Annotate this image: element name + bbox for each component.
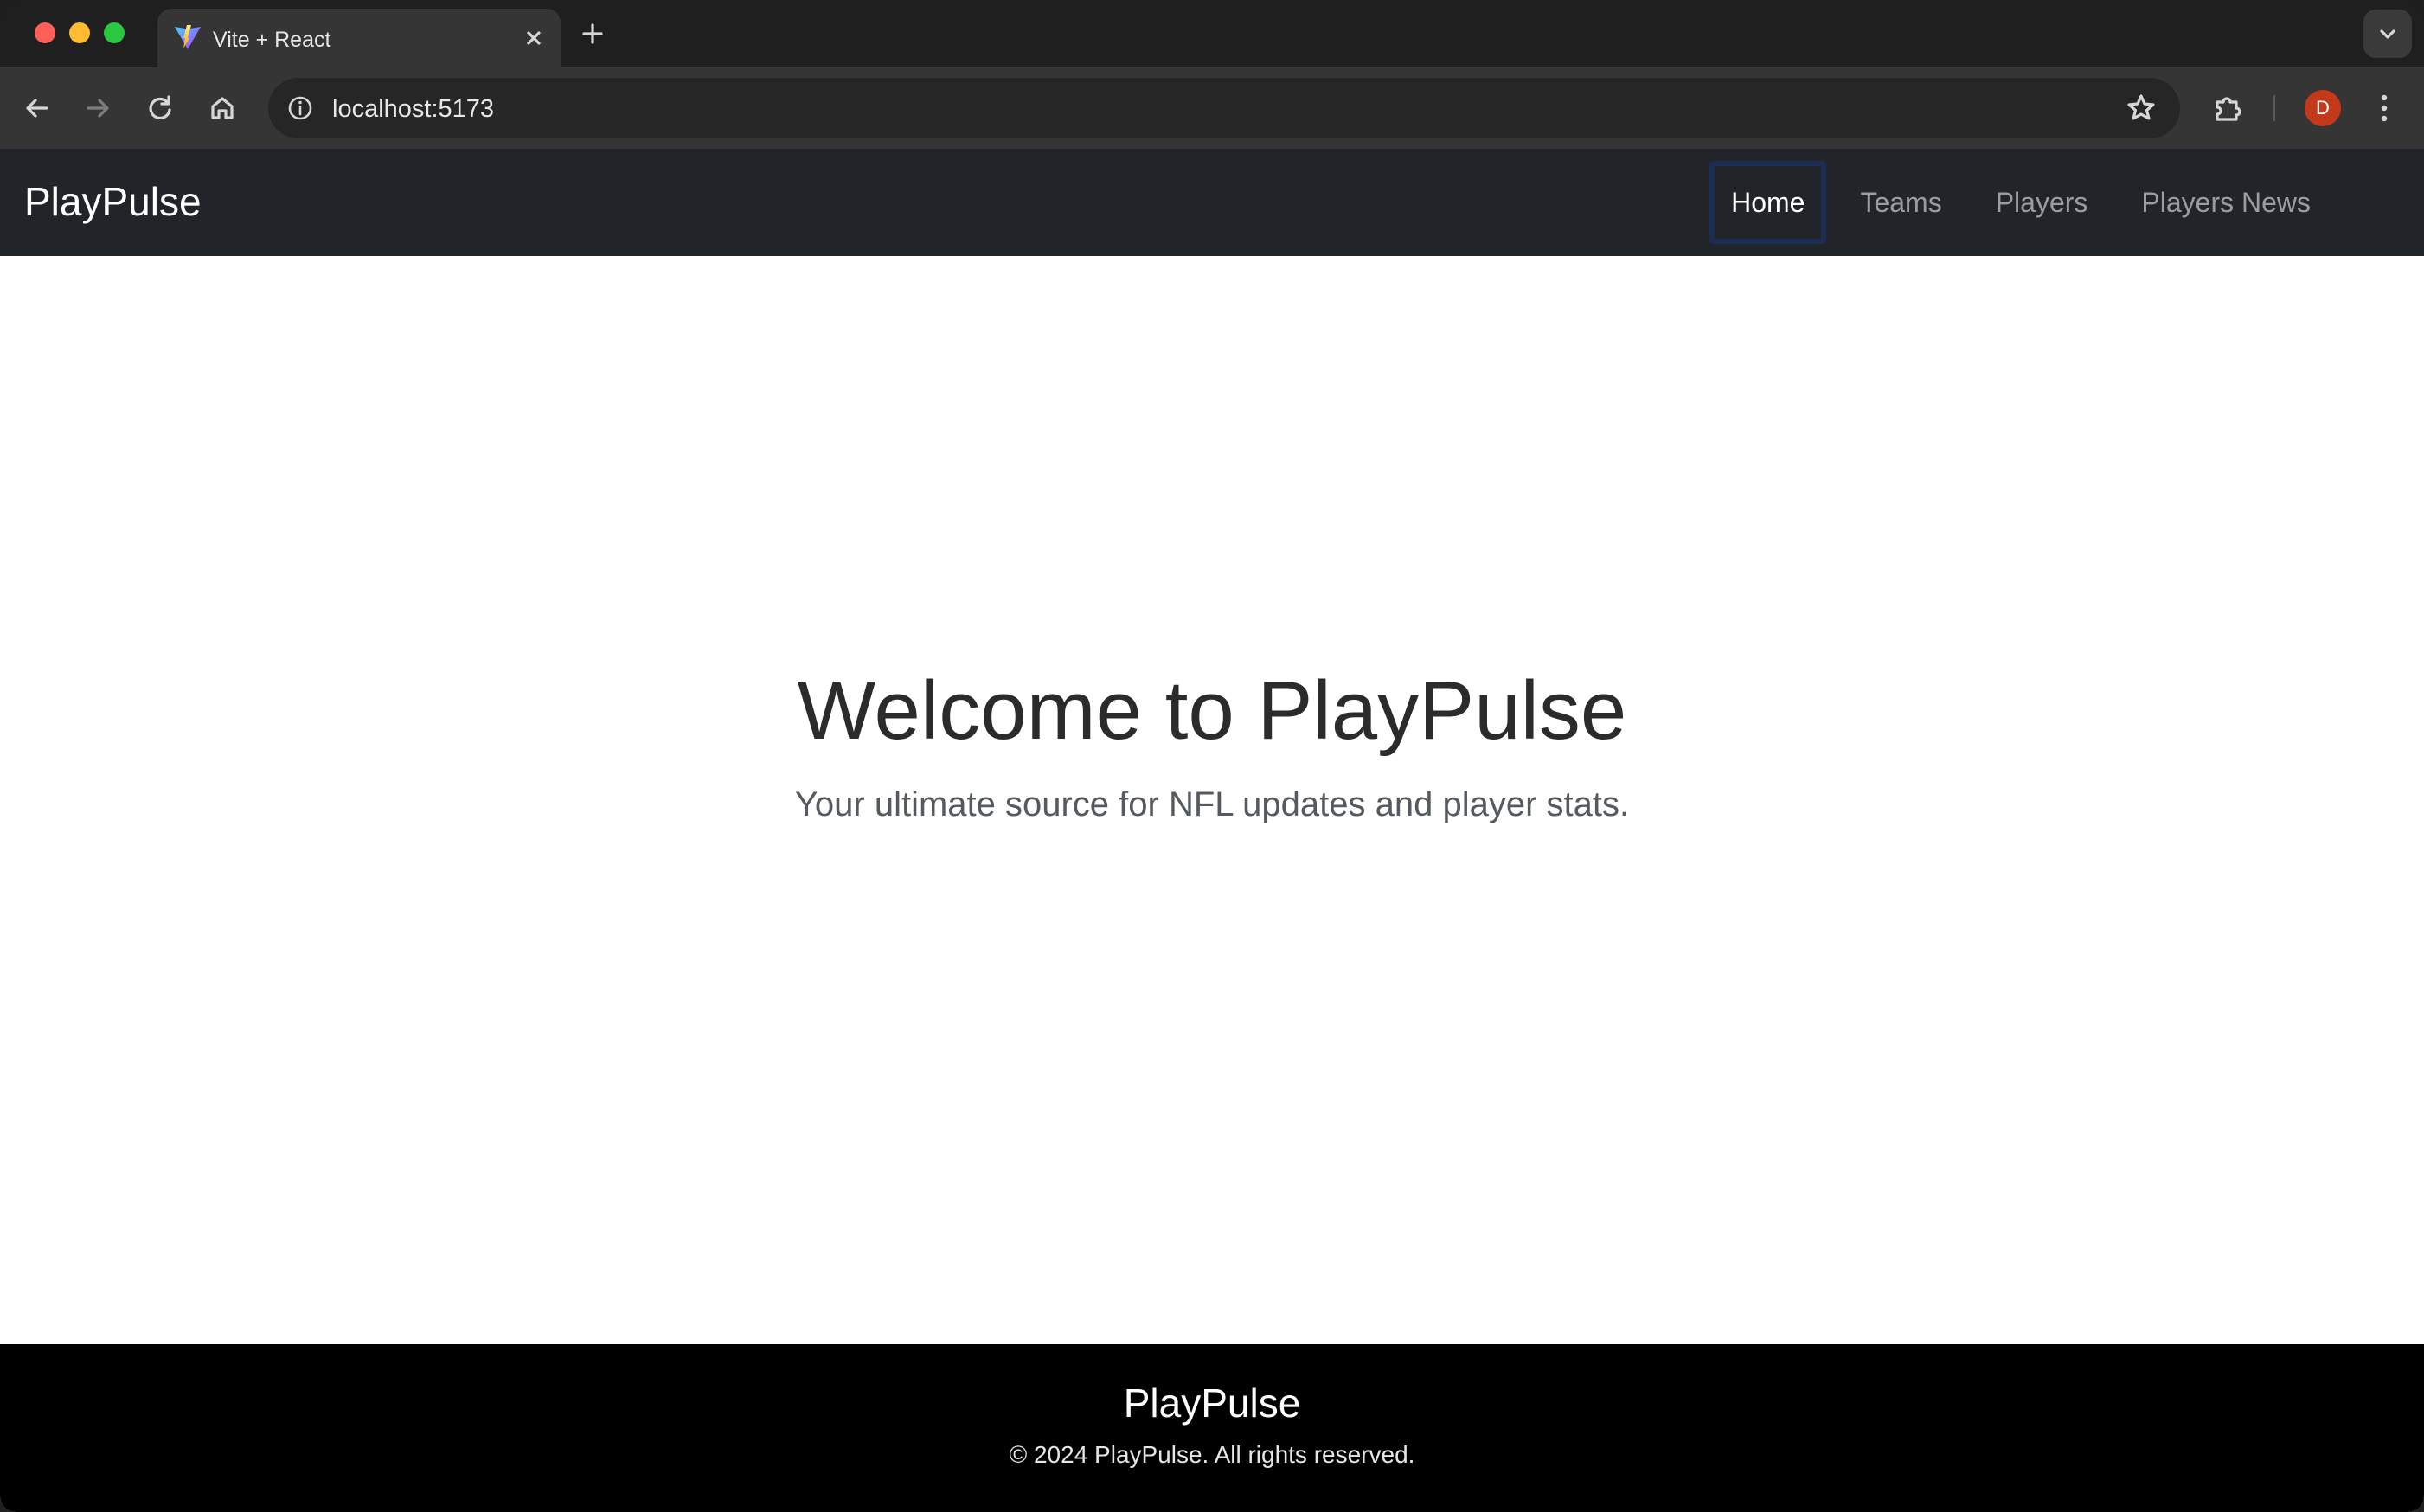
browser-tab[interactable]: Vite + React <box>157 9 561 67</box>
url-text[interactable]: localhost:5173 <box>332 95 494 124</box>
browser-window: Vite + React localhost:5173 D PlayPulse … <box>0 0 2424 1512</box>
plus-icon[interactable] <box>576 17 609 50</box>
arrow-left-icon[interactable] <box>16 86 59 130</box>
close-window-button[interactable] <box>35 22 55 43</box>
toolbar-divider <box>2273 95 2275 121</box>
nav-link-players[interactable]: Players <box>1969 161 2115 244</box>
page-viewport: PlayPulse Home Teams Players Players New… <box>0 149 2424 1512</box>
reload-icon[interactable] <box>138 86 182 130</box>
maximize-window-button[interactable] <box>104 22 125 43</box>
chevron-down-icon[interactable] <box>2363 10 2412 58</box>
nav-links: Home Teams Players Players News <box>1709 161 2337 244</box>
minimize-window-button[interactable] <box>69 22 90 43</box>
kebab-menu-icon[interactable] <box>2369 88 2400 128</box>
hero-subtitle: Your ultimate source for NFL updates and… <box>794 785 1630 823</box>
star-icon[interactable] <box>2123 90 2159 126</box>
hero-title: Welcome to PlayPulse <box>797 664 1627 757</box>
home-icon[interactable] <box>201 86 244 130</box>
puzzle-icon[interactable] <box>2208 88 2248 128</box>
arrow-right-icon[interactable] <box>76 86 119 130</box>
tab-strip: Vite + React <box>0 0 2424 67</box>
footer-copyright: © 2024 PlayPulse. All rights reserved. <box>1009 1441 1415 1468</box>
nav-link-players-news[interactable]: Players News <box>2114 161 2337 244</box>
nav-link-teams[interactable]: Teams <box>1833 161 1968 244</box>
vite-icon <box>175 25 201 49</box>
footer-brand: PlayPulse <box>1123 1381 1301 1426</box>
hero-section: Welcome to PlayPulse Your ultimate sourc… <box>0 659 2424 827</box>
browser-toolbar: localhost:5173 D <box>0 67 2424 149</box>
app-navbar: PlayPulse Home Teams Players Players New… <box>0 149 2424 256</box>
page-footer: PlayPulse © 2024 PlayPulse. All rights r… <box>0 1344 2424 1512</box>
nav-link-home[interactable]: Home <box>1709 161 1827 244</box>
close-icon[interactable] <box>519 23 548 53</box>
info-icon[interactable] <box>280 88 320 128</box>
tab-title: Vite + React <box>213 28 331 52</box>
profile-avatar[interactable]: D <box>2305 90 2341 126</box>
brand-logo[interactable]: PlayPulse <box>24 178 202 225</box>
address-bar[interactable]: localhost:5173 <box>268 78 2180 138</box>
